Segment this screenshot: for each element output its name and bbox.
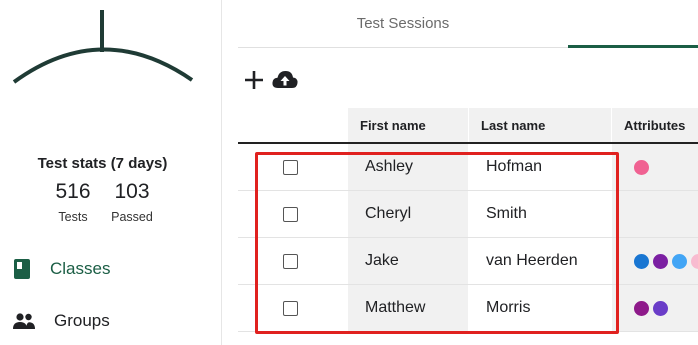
cell-last-name: Hofman — [486, 158, 543, 175]
cell-last-name: van Heerden — [486, 252, 578, 269]
cell-first-name: Cheryl — [348, 191, 468, 237]
sidebar-item-label: Classes — [50, 259, 111, 278]
cloud-upload-icon[interactable] — [271, 66, 299, 94]
attribute-dot[interactable] — [672, 253, 687, 269]
tab-test-sessions[interactable]: Test Sessions — [238, 0, 568, 48]
tests-count: 516 — [55, 180, 91, 203]
column-header-last-name[interactable]: Last name — [469, 108, 611, 142]
passed-label: Passed — [111, 210, 153, 224]
attribute-dot[interactable] — [634, 300, 649, 316]
book-icon — [14, 259, 30, 279]
main-content: Test Sessions First name Last name Attri… — [238, 0, 698, 345]
row-checkbox-cell[interactable] — [283, 238, 313, 284]
column-header-attributes[interactable]: Attributes — [612, 108, 698, 142]
passed-count: 103 — [114, 180, 150, 203]
hanger-arc-logo — [12, 10, 194, 84]
attribute-dot[interactable] — [653, 253, 668, 269]
stat-passed: 103 Passed — [106, 180, 158, 224]
people-icon — [13, 313, 35, 329]
row-checkbox-cell[interactable] — [283, 191, 313, 237]
cell-first-name: Ashley — [348, 144, 468, 190]
stat-tests: 516 Tests — [50, 180, 96, 224]
table-row[interactable]: Jake van Heerden — [238, 238, 698, 285]
cell-first-name: Matthew — [348, 285, 468, 331]
cell-attributes — [612, 238, 698, 284]
cell-attributes — [612, 144, 698, 190]
sidebar-item-label: Groups — [54, 311, 110, 330]
stats-title: Test stats (7 days) — [37, 155, 168, 172]
sidebar-item-groups[interactable]: Groups — [12, 306, 110, 336]
row-checkbox[interactable] — [283, 300, 298, 316]
tests-label: Tests — [58, 210, 88, 224]
attribute-dot[interactable] — [634, 253, 649, 269]
tab-active-indicator[interactable] — [568, 0, 698, 48]
cell-last-name: Morris — [486, 299, 531, 316]
row-checkbox-cell[interactable] — [283, 144, 313, 190]
table-header: First name Last name Attributes — [238, 108, 698, 144]
row-checkbox[interactable] — [283, 253, 298, 269]
sidebar-item-classes[interactable]: Classes — [12, 254, 110, 284]
cell-attributes — [612, 285, 698, 331]
row-checkbox[interactable] — [283, 206, 298, 222]
attribute-dot[interactable] — [653, 300, 668, 316]
column-header-first-name[interactable]: First name — [348, 108, 468, 142]
table-row[interactable]: Ashley Hofman — [238, 144, 698, 191]
row-checkbox[interactable] — [283, 159, 298, 175]
cell-first-name: Jake — [348, 238, 468, 284]
attribute-dot[interactable] — [634, 159, 649, 175]
sidebar: Test stats (7 days) 516 Tests 103 Passed… — [0, 0, 222, 345]
cell-last-name: Smith — [486, 205, 527, 222]
table-row[interactable]: Matthew Morris — [238, 285, 698, 332]
cell-attributes — [612, 191, 698, 237]
attribute-dot[interactable] — [691, 253, 698, 269]
plus-icon[interactable] — [240, 66, 268, 94]
row-checkbox-cell[interactable] — [283, 285, 313, 331]
table-row[interactable]: Cheryl Smith — [238, 191, 698, 238]
